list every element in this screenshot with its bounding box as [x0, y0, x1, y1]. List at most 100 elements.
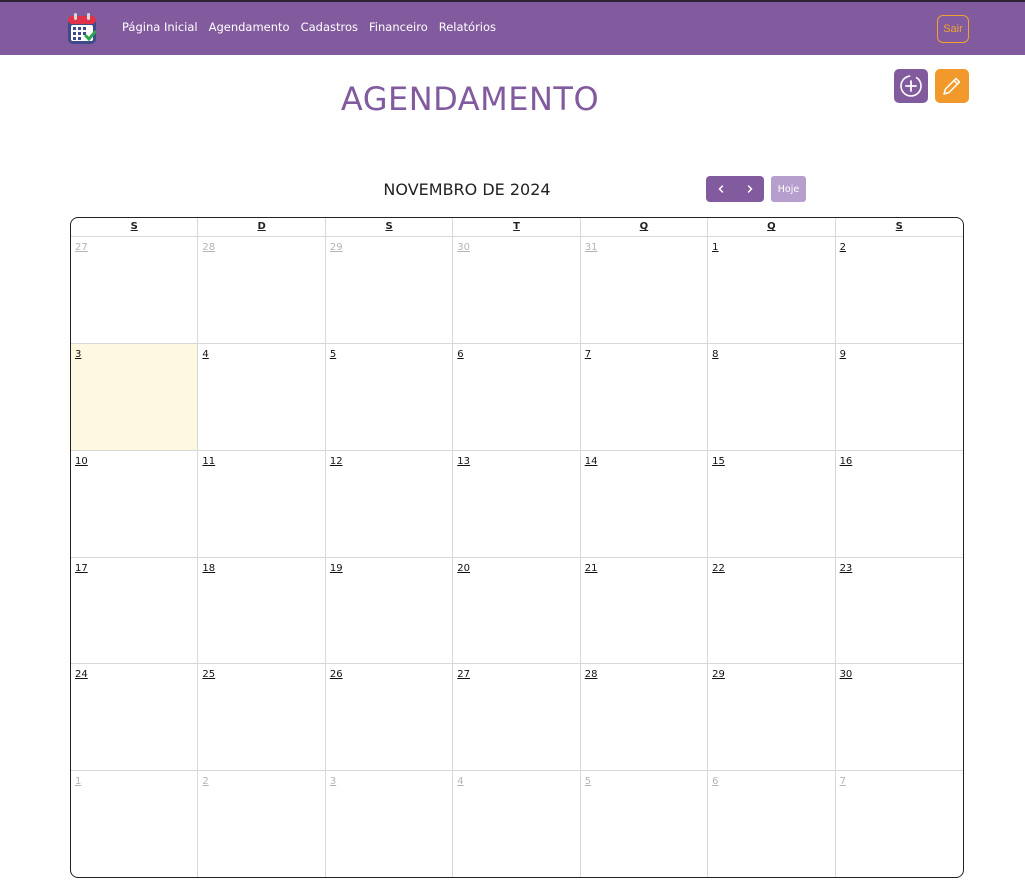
- day-number[interactable]: 11: [202, 456, 215, 467]
- calendar-day-cell[interactable]: 19: [325, 557, 454, 665]
- calendar-day-cell[interactable]: 4: [198, 343, 326, 451]
- nav-link-relatorios[interactable]: Relatórios: [439, 20, 496, 34]
- day-number[interactable]: 30: [457, 242, 470, 253]
- calendar-day-cell[interactable]: 12: [325, 450, 454, 558]
- add-appointment-button[interactable]: [894, 69, 928, 103]
- calendar-day-cell[interactable]: 25: [198, 664, 326, 772]
- calendar-day-cell[interactable]: 21: [580, 557, 709, 665]
- day-number[interactable]: 22: [712, 563, 725, 574]
- weekday-label: S: [71, 218, 199, 236]
- day-number[interactable]: 18: [202, 563, 215, 574]
- day-number[interactable]: 5: [330, 349, 336, 360]
- calendar-day-cell[interactable]: 2: [835, 237, 963, 344]
- calendar-day-cell[interactable]: 5: [325, 343, 454, 451]
- calendar-day-cell-today[interactable]: 3: [71, 343, 199, 451]
- day-number[interactable]: 9: [840, 349, 846, 360]
- day-number[interactable]: 29: [330, 242, 343, 253]
- day-number[interactable]: 20: [457, 563, 470, 574]
- calendar-day-cell[interactable]: 17: [71, 557, 199, 665]
- edit-appointment-button[interactable]: [935, 69, 969, 103]
- calendar-check-icon[interactable]: [66, 12, 98, 46]
- day-number[interactable]: 28: [585, 669, 598, 680]
- day-number[interactable]: 23: [840, 563, 853, 574]
- day-number[interactable]: 7: [840, 776, 846, 787]
- day-number[interactable]: 7: [585, 349, 591, 360]
- calendar-day-cell[interactable]: 23: [835, 558, 963, 665]
- calendar-day-cell[interactable]: 27: [453, 664, 581, 772]
- calendar-day-cell[interactable]: 22: [708, 557, 836, 665]
- day-number[interactable]: 14: [585, 456, 598, 467]
- calendar-day-cell[interactable]: 30: [835, 664, 963, 772]
- calendar-day-cell[interactable]: 28: [580, 664, 709, 772]
- day-number[interactable]: 25: [202, 669, 215, 680]
- calendar-day-cell[interactable]: 10: [71, 450, 199, 558]
- calendar-day-cell[interactable]: 7: [836, 771, 963, 877]
- day-number[interactable]: 24: [75, 669, 88, 680]
- calendar-day-cell[interactable]: 28: [198, 237, 326, 344]
- day-number[interactable]: 4: [457, 776, 463, 787]
- day-number[interactable]: 29: [712, 669, 725, 680]
- calendar-day-cell[interactable]: 30: [453, 237, 581, 344]
- calendar-day-cell[interactable]: 9: [835, 344, 963, 451]
- calendar-day-cell[interactable]: 26: [325, 664, 454, 772]
- logout-button[interactable]: Sair: [937, 15, 969, 43]
- previous-month-button[interactable]: [706, 176, 735, 202]
- day-number[interactable]: 30: [840, 669, 853, 680]
- day-number[interactable]: 26: [330, 669, 343, 680]
- today-button[interactable]: Hoje: [771, 176, 806, 202]
- calendar-day-cell[interactable]: 20: [453, 557, 581, 665]
- calendar-day-cell[interactable]: 29: [708, 664, 836, 772]
- day-number[interactable]: 21: [585, 563, 598, 574]
- calendar-day-cell[interactable]: 29: [325, 237, 454, 344]
- next-month-button[interactable]: [735, 176, 764, 202]
- calendar-day-cell[interactable]: 3: [326, 771, 454, 877]
- calendar-day-cell[interactable]: 1: [71, 771, 199, 877]
- day-number[interactable]: 8: [712, 349, 718, 360]
- calendar-day-cell[interactable]: 5: [581, 771, 709, 877]
- day-number[interactable]: 5: [585, 776, 591, 787]
- calendar-day-cell[interactable]: 7: [580, 343, 709, 451]
- calendar-day-cell[interactable]: 6: [708, 771, 836, 877]
- calendar-day-cell[interactable]: 14: [580, 450, 709, 558]
- day-number[interactable]: 13: [457, 456, 470, 467]
- day-number[interactable]: 12: [330, 456, 343, 467]
- calendar-day-cell[interactable]: 8: [708, 343, 836, 451]
- calendar-day-cell[interactable]: 24: [71, 664, 199, 772]
- day-number[interactable]: 27: [75, 242, 88, 253]
- day-number[interactable]: 15: [712, 456, 725, 467]
- top-navbar: Página Inicial Agendamento Cadastros Fin…: [0, 0, 1025, 55]
- calendar-day-cell[interactable]: 11: [198, 450, 326, 558]
- calendar-day-cell[interactable]: 16: [835, 451, 963, 558]
- pencil-icon: [943, 77, 961, 95]
- calendar-day-cell[interactable]: 18: [198, 557, 326, 665]
- day-number[interactable]: 4: [202, 349, 208, 360]
- day-number[interactable]: 16: [840, 456, 853, 467]
- calendar-day-cell[interactable]: 13: [453, 450, 581, 558]
- day-number[interactable]: 1: [75, 776, 81, 787]
- calendar-day-cell[interactable]: 15: [708, 450, 836, 558]
- calendar-day-cell[interactable]: 6: [453, 343, 581, 451]
- day-number[interactable]: 1: [712, 242, 718, 253]
- day-number[interactable]: 6: [712, 776, 718, 787]
- nav-link-agendamento[interactable]: Agendamento: [209, 20, 290, 34]
- nav-link-financeiro[interactable]: Financeiro: [369, 20, 428, 34]
- day-number[interactable]: 17: [75, 563, 88, 574]
- day-number[interactable]: 19: [330, 563, 343, 574]
- nav-link-cadastros[interactable]: Cadastros: [301, 20, 358, 34]
- day-number[interactable]: 3: [330, 776, 336, 787]
- day-number[interactable]: 27: [457, 669, 470, 680]
- nav-link-pagina-inicial[interactable]: Página Inicial: [122, 20, 198, 34]
- calendar-day-cell[interactable]: 4: [453, 771, 581, 877]
- circle-plus-icon: [900, 75, 922, 97]
- day-number[interactable]: 3: [75, 349, 81, 360]
- day-number[interactable]: 2: [202, 776, 208, 787]
- day-number[interactable]: 10: [75, 456, 88, 467]
- day-number[interactable]: 2: [840, 242, 846, 253]
- day-number[interactable]: 31: [585, 242, 598, 253]
- day-number[interactable]: 28: [202, 242, 215, 253]
- calendar-day-cell[interactable]: 27: [71, 237, 199, 344]
- day-number[interactable]: 6: [457, 349, 463, 360]
- calendar-day-cell[interactable]: 31: [580, 237, 709, 344]
- calendar-day-cell[interactable]: 2: [198, 771, 326, 877]
- calendar-day-cell[interactable]: 1: [708, 237, 836, 344]
